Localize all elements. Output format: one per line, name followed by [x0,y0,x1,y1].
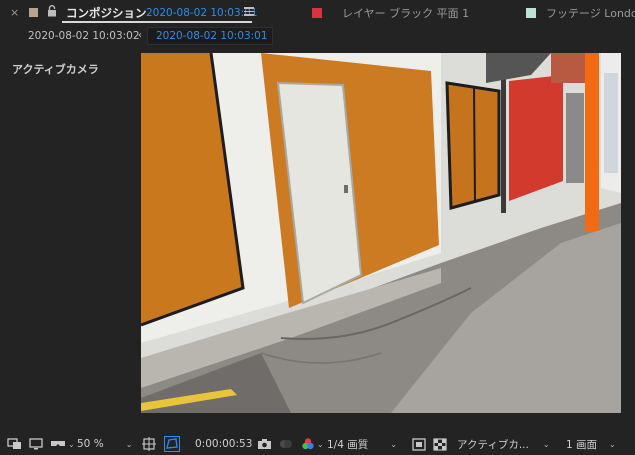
chevron-down-icon: ⌄ [317,439,324,449]
always-preview-icon[interactable] [7,433,23,455]
mask-visibility-icon[interactable] [164,433,180,455]
chevron-down-icon: ⌄ [542,439,550,449]
street-scene-image [141,53,621,413]
3d-view-value: アクティブカ... [457,438,529,451]
panel-menu-icon[interactable] [244,7,254,16]
active-tab-indicator [62,21,252,23]
breadcrumb-parent-comp[interactable]: 2020-08-02 10:03:02 [28,25,140,47]
chevron-down-icon: ⌄ [125,439,133,449]
footage-color-swatch [526,7,536,18]
tab-footage[interactable]: フッテージ London On [526,0,635,25]
composition-color-swatch [29,0,38,25]
monitor-icon[interactable] [29,433,43,455]
footage-frame[interactable] [141,53,621,413]
panel-tab-bar: × コンポジション 2020-08-02 10:03:01 レイヤー ブラック … [0,0,635,25]
resolution-dropdown[interactable]: 1/4 画質 ⌄ [327,433,397,455]
viewer-toolbar: ⌄ 50 % ⌄ 0:00:00:53 ⌄ 1/4 画質 ⌄ アクティブカ...… [0,433,635,455]
view-layout-value: 1 画面 [566,438,598,451]
resolution-value: 1/4 画質 [327,438,369,451]
tab-footage-label: フッテージ London On [546,6,635,20]
current-time-display[interactable]: 0:00:00:53 [195,433,252,455]
snapshot-camera-icon[interactable] [257,433,272,455]
breadcrumb-arrow-icon[interactable]: ‹ [138,25,142,47]
lock-icon[interactable] [47,5,57,17]
transparency-grid-icon[interactable] [433,433,447,455]
chevron-down-icon: ⌄ [68,439,75,449]
region-of-interest-icon[interactable] [412,433,426,455]
show-snapshot-icon[interactable] [279,433,293,455]
view-layout-dropdown[interactable]: 1 画面 ⌄ [566,433,616,455]
chevron-down-icon: ⌄ [609,439,616,449]
tab-layer[interactable]: レイヤー ブラック 平面 1 [312,0,469,25]
breadcrumb-current-comp[interactable]: 2020-08-02 10:03:01 [147,27,273,45]
close-tab-icon[interactable]: × [10,0,19,25]
zoom-value: 50 % [77,438,104,450]
zoom-dropdown[interactable]: 50 % ⌄ [77,433,132,455]
safe-margins-icon[interactable] [142,433,156,455]
3d-glasses-icon[interactable]: ⌄ [50,433,75,455]
composition-navigator: 2020-08-02 10:03:02 ‹ 2020-08-02 10:03:0… [0,25,635,47]
layer-color-swatch [312,7,322,18]
tab-layer-label: レイヤー ブラック 平面 1 [342,6,470,20]
3d-view-dropdown[interactable]: アクティブカ... ⌄ [457,433,550,455]
color-channels-icon[interactable]: ⌄ [301,433,324,455]
chevron-down-icon: ⌄ [390,439,397,449]
active-camera-label: アクティブカメラ [12,63,99,76]
composition-viewer[interactable]: アクティブカメラ [0,47,635,433]
